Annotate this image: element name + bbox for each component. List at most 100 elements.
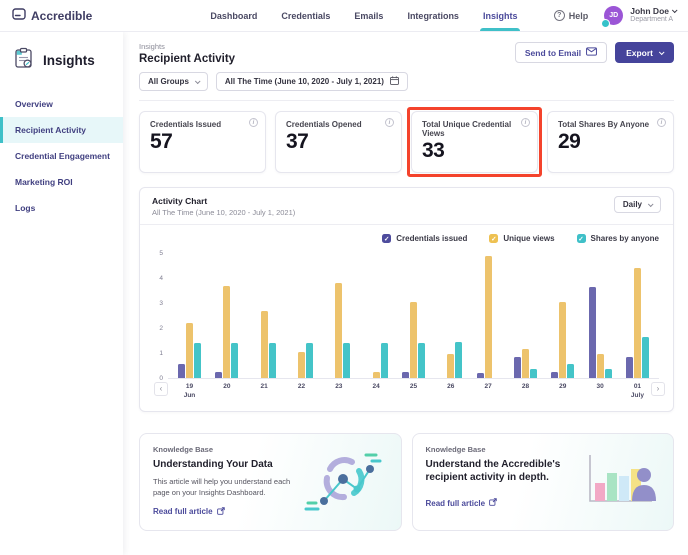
chart-title: Activity Chart	[152, 196, 208, 206]
nav-credentials[interactable]: Credentials	[281, 1, 330, 31]
stat-value: 29	[558, 130, 581, 153]
main-content: Insights Recipient Activity Send to Emai…	[123, 32, 688, 555]
x-axis-label: 21	[260, 383, 268, 390]
export-label: Export	[626, 47, 653, 58]
chart-bar	[268, 343, 276, 378]
date-range-filter[interactable]: All The Time (June 10, 2020 - July 1, 20…	[215, 72, 408, 91]
read-article-link[interactable]: Read full article	[153, 506, 225, 517]
sidebar-item-recipient-activity[interactable]: Recipient Activity	[0, 117, 123, 143]
stat-value: 57	[150, 130, 173, 153]
y-axis-tick: 2	[159, 325, 163, 332]
x-axis-label: 22	[297, 383, 306, 390]
sidebar-item-logs[interactable]: Logs	[0, 195, 123, 221]
accredible-logo-icon	[12, 7, 26, 25]
chart-bar	[335, 283, 343, 378]
legend-checkbox[interactable]: ✓	[489, 234, 499, 243]
legend-item: ✓ Credentials issued	[382, 234, 467, 243]
chart-plot: 012345 19 Jun 20 21 22 23 24 25 26 27 28 29 30 01 July…	[154, 250, 665, 411]
x-axis-label: 25	[409, 383, 418, 390]
chart-bar	[417, 343, 425, 378]
envelope-icon	[586, 47, 598, 58]
brand-name: Accredible	[31, 8, 93, 23]
info-icon[interactable]	[385, 118, 394, 127]
kb-card-recipient-activity: Knowledge Base Understand the Accredible…	[411, 433, 674, 531]
page-title: Recipient Activity	[139, 53, 236, 65]
chart-legend: ✓ Credentials issued ✓ Unique views ✓ Shares …	[140, 225, 673, 245]
groups-filter-select[interactable]: All Groups	[139, 72, 208, 91]
x-axis-label: 27	[484, 383, 492, 390]
y-axis: 0 1 2 3 4 5	[154, 250, 168, 382]
send-to-email-button[interactable]: Send to Email	[514, 42, 608, 63]
user-name: John Doe	[630, 5, 669, 16]
top-nav: Dashboard Credentials Emails Integration…	[210, 1, 520, 31]
sidebar-item-credential-engagement[interactable]: Credential Engagement	[0, 143, 123, 169]
chart-next-button[interactable]: ›	[651, 382, 665, 396]
sidebar-title: Insights	[43, 53, 95, 68]
chart-bar	[604, 369, 612, 378]
legend-label: Shares by anyone	[590, 234, 659, 243]
chart-bar	[409, 301, 417, 378]
x-axis-label: 26	[447, 383, 455, 390]
sidebar-item-marketing-roi[interactable]: Marketing ROI	[0, 169, 123, 195]
stat-card-total-shares: Total Shares By Anyone 29	[547, 111, 674, 173]
nav-insights[interactable]: Insights	[479, 1, 520, 31]
top-bar: Accredible Dashboard Credentials Emails …	[0, 0, 688, 32]
help-button[interactable]: Help	[553, 10, 589, 21]
chevron-down-icon	[647, 200, 654, 207]
insights-clipboard-icon	[12, 46, 36, 75]
nav-dashboard[interactable]: Dashboard	[210, 1, 257, 31]
knowledge-base-row: Knowledge Base Understanding Your Data T…	[139, 433, 674, 531]
stats-row: Credentials Issued 57 Credentials Opened…	[139, 107, 674, 177]
kb-kicker: Knowledge Base	[425, 445, 486, 454]
chart-bar	[529, 369, 537, 378]
export-button[interactable]: Export	[615, 42, 674, 63]
y-axis-tick: 3	[159, 300, 163, 307]
chart-bar	[297, 351, 305, 378]
chart-bar	[186, 323, 193, 378]
chart-bar	[567, 364, 575, 378]
stat-label: Total Shares By Anyone	[558, 120, 650, 129]
stat-label: Total Unique Credential Views	[422, 120, 512, 138]
interval-value: Daily	[622, 200, 642, 209]
chart-bar	[455, 341, 463, 378]
chart-bar	[260, 310, 268, 378]
send-to-email-label: Send to Email	[524, 47, 582, 58]
status-badge	[601, 18, 611, 28]
chart-bar	[343, 343, 351, 378]
nav-emails[interactable]: Emails	[354, 1, 383, 31]
kb-body: This article will help you understand ea…	[153, 477, 291, 498]
info-icon[interactable]	[657, 118, 666, 127]
chart-bar	[484, 255, 492, 378]
external-link-icon	[216, 506, 225, 517]
stat-label: Credentials Opened	[286, 120, 362, 129]
stat-label: Credentials Issued	[150, 120, 222, 129]
brand-logo[interactable]: Accredible	[12, 7, 92, 25]
y-axis-tick: 1	[159, 350, 163, 357]
x-axis-line	[168, 378, 659, 379]
user-menu[interactable]: JD John Doe Department A	[601, 5, 678, 28]
chart-bar	[194, 343, 201, 378]
interval-select[interactable]: Daily	[613, 196, 661, 213]
calendar-icon	[390, 76, 399, 87]
chart-prev-button[interactable]: ‹	[154, 382, 168, 396]
y-axis-tick: 5	[159, 250, 163, 257]
sidebar-item-overview[interactable]: Overview	[0, 91, 123, 117]
info-icon[interactable]	[521, 118, 530, 127]
kb-title: Understand the Accredible's recipient ac…	[425, 459, 561, 483]
activity-chart-panel: Activity Chart All The Time (June 10, 20…	[139, 187, 674, 412]
read-article-link[interactable]: Read full article	[426, 498, 498, 508]
legend-checkbox[interactable]: ✓	[382, 234, 392, 243]
stat-value: 37	[286, 130, 309, 153]
chart-bar	[447, 354, 455, 378]
chart-bar	[521, 349, 529, 378]
legend-item: ✓ Shares by anyone	[576, 234, 659, 243]
question-icon	[553, 10, 565, 21]
info-icon[interactable]	[249, 118, 258, 127]
bar-chart-person-illustration	[576, 449, 660, 516]
kb-link-label: Read full article	[425, 498, 486, 508]
legend-checkbox[interactable]: ✓	[576, 234, 586, 243]
stat-card-credentials-issued: Credentials Issued 57	[139, 111, 266, 173]
nav-integrations[interactable]: Integrations	[407, 1, 459, 31]
help-label: Help	[568, 10, 589, 21]
chart-bar	[513, 356, 521, 378]
